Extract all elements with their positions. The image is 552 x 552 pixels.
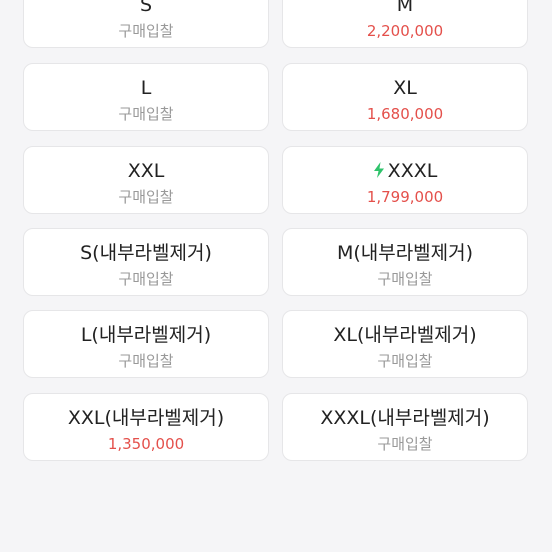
size-label: XXL	[127, 160, 165, 182]
size-price: 구매입찰	[118, 270, 174, 288]
size-price: 구매입찰	[118, 188, 174, 206]
size-price: 구매입찰	[377, 352, 433, 370]
size-price: 구매입찰	[377, 435, 433, 453]
size-label: XL(내부라벨제거)	[333, 324, 477, 346]
size-label: S	[139, 0, 153, 16]
size-option-grid: S 구매입찰 M 2,200,000 L 구매입찰 XL 1,680,000 X…	[0, 0, 552, 552]
size-option-xl-label-removed[interactable]: XL(내부라벨제거) 구매입찰	[282, 310, 528, 378]
size-price: 1,799,000	[366, 188, 444, 206]
size-label: M	[396, 0, 414, 16]
size-option-m-label-removed[interactable]: M(내부라벨제거) 구매입찰	[282, 228, 528, 296]
size-price: 구매입찰	[118, 105, 174, 123]
size-option-xxxl[interactable]: XXXL 1,799,000	[282, 146, 528, 214]
size-option-xxl[interactable]: XXL 구매입찰	[23, 146, 269, 214]
size-option-xl[interactable]: XL 1,680,000	[282, 63, 528, 131]
size-option-l[interactable]: L 구매입찰	[23, 63, 269, 131]
size-price: 구매입찰	[118, 352, 174, 370]
size-label: M(내부라벨제거)	[336, 242, 474, 264]
size-option-xxxl-label-removed[interactable]: XXXL(내부라벨제거) 구매입찰	[282, 393, 528, 461]
size-price: 2,200,000	[366, 22, 444, 40]
size-label: S(내부라벨제거)	[80, 242, 212, 264]
size-label: L	[140, 77, 152, 99]
size-label: XXXL(내부라벨제거)	[320, 407, 490, 429]
size-option-s-label-removed[interactable]: S(내부라벨제거) 구매입찰	[23, 228, 269, 296]
size-price: 구매입찰	[377, 270, 433, 288]
lightning-bolt-icon	[373, 162, 384, 178]
size-price: 1,680,000	[366, 105, 444, 123]
size-label: XXL(내부라벨제거)	[67, 407, 225, 429]
size-price: 구매입찰	[118, 22, 174, 40]
size-label: L(내부라벨제거)	[80, 324, 212, 346]
size-option-l-label-removed[interactable]: L(내부라벨제거) 구매입찰	[23, 310, 269, 378]
size-price: 1,350,000	[107, 435, 185, 453]
size-option-m[interactable]: M 2,200,000	[282, 0, 528, 48]
size-label: XXXL	[387, 160, 438, 182]
size-option-xxl-label-removed[interactable]: XXL(내부라벨제거) 1,350,000	[23, 393, 269, 461]
size-option-s[interactable]: S 구매입찰	[23, 0, 269, 48]
size-label: XL	[393, 77, 417, 99]
